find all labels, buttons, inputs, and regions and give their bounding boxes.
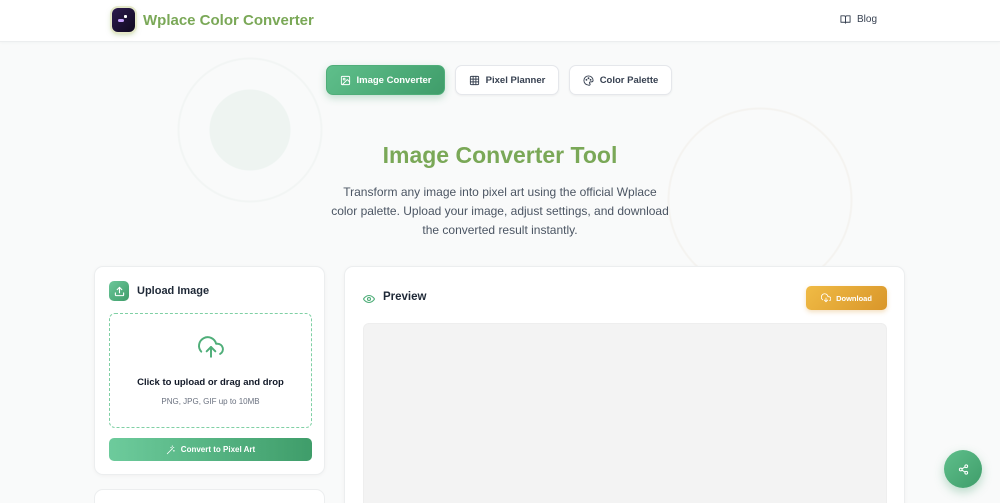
tab-label: Pixel Planner (485, 74, 546, 86)
tab-pixel-planner[interactable]: Pixel Planner (455, 65, 559, 95)
blog-link[interactable]: Blog (840, 14, 877, 25)
tab-color-palette[interactable]: Color Palette (569, 65, 672, 95)
dropzone-hint: PNG, JPG, GIF up to 10MB (161, 397, 260, 406)
palette-icon (583, 74, 594, 86)
brand-name[interactable]: Wplace Color Converter (143, 12, 314, 29)
logo-icon[interactable] (112, 8, 135, 32)
page-description: Transform any image into pixel art using… (331, 185, 669, 237)
preview-canvas (363, 323, 887, 503)
upload-title: Upload Image (137, 285, 210, 297)
tab-label: Image Converter (356, 74, 432, 86)
cloud-download-icon (821, 293, 832, 303)
share-icon (958, 463, 968, 475)
upload-dropzone[interactable]: Click to upload or drag and drop PNG, JP… (109, 313, 312, 428)
convert-to-pixel-art-button[interactable]: Convert to Pixel Art (109, 438, 312, 461)
book-icon (840, 15, 851, 24)
image-icon (340, 75, 350, 85)
settings-card (94, 489, 325, 503)
share-button[interactable] (944, 450, 982, 488)
preview-title: Preview (383, 291, 427, 303)
download-button[interactable]: Download (806, 286, 887, 310)
page-title: Image Converter Tool (382, 142, 618, 168)
cloud-upload-icon (198, 336, 224, 358)
upload-icon (109, 281, 129, 301)
magic-wand-icon (166, 444, 175, 454)
blog-link-label: Blog (857, 14, 878, 25)
tool-tabs: Image Converter Pixel Planner Color Pale… (326, 65, 672, 95)
tab-image-converter[interactable]: Image Converter (326, 65, 445, 95)
download-button-label: Download (836, 293, 872, 303)
eye-icon (363, 294, 375, 304)
convert-button-label: Convert to Pixel Art (180, 445, 256, 454)
preview-card: Preview Download (344, 266, 905, 503)
grid-icon (469, 75, 479, 85)
site-header: Wplace Color Converter Blog (0, 0, 1000, 42)
tab-label: Color Palette (599, 74, 659, 86)
upload-card: Upload Image Click to upload or drag and… (94, 266, 325, 475)
dropzone-title: Click to upload or drag and drop (137, 377, 284, 388)
